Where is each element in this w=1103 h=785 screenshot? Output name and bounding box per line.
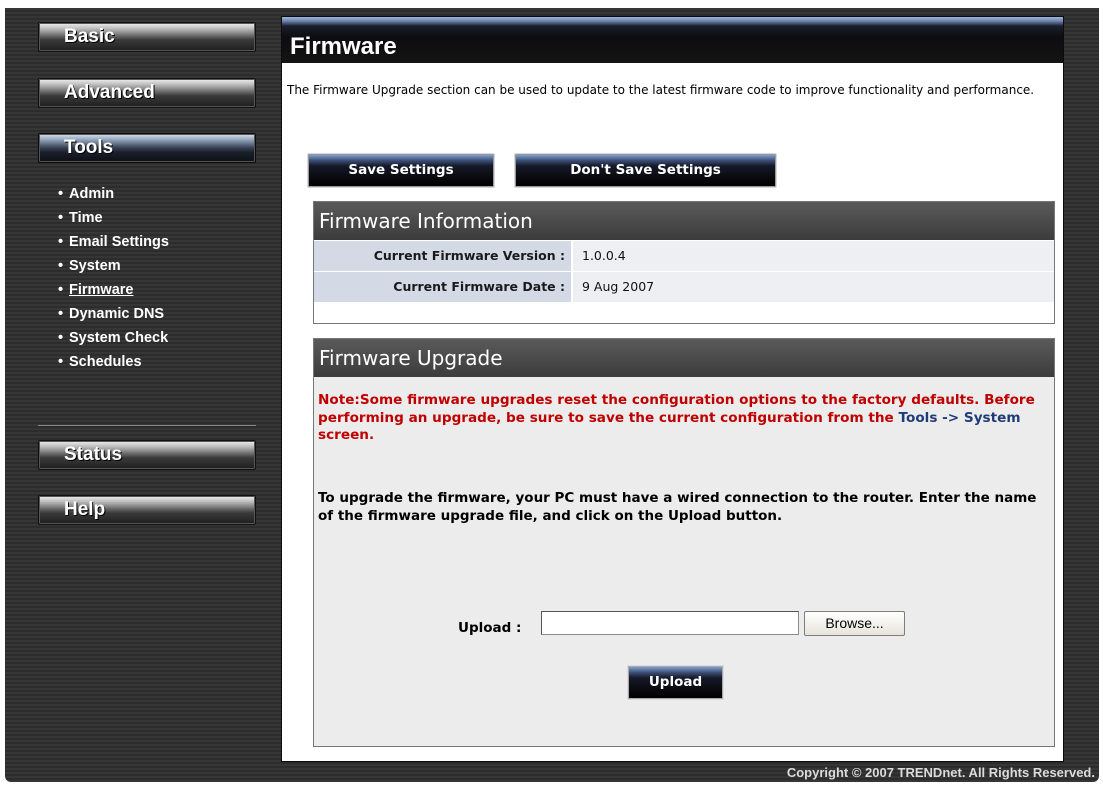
warning-note: Note:Some firmware upgrades reset the co… xyxy=(318,392,1048,445)
upgrade-instructions: To upgrade the firmware, your PC must ha… xyxy=(318,490,1037,524)
bullet-icon: • xyxy=(58,330,64,346)
version-label: Current Firmware Version : xyxy=(314,241,571,271)
nav-tools-button[interactable]: Tools xyxy=(38,133,256,163)
title-bar: Firmware xyxy=(282,17,1063,63)
upload-file-input[interactable] xyxy=(541,611,799,635)
nav-status-button[interactable]: Status xyxy=(38,440,256,470)
dont-save-settings-button[interactable]: Don't Save Settings xyxy=(515,154,776,187)
submenu-item-dynamic-dns[interactable]: • Dynamic DNS xyxy=(38,304,256,328)
firmware-information-section: Firmware Information Current Firmware Ve… xyxy=(313,201,1055,324)
submenu-item-admin[interactable]: • Admin xyxy=(38,184,256,208)
submenu-item-system[interactable]: • System xyxy=(38,256,256,280)
page-title: Firmware xyxy=(290,33,397,60)
section-heading: Firmware Upgrade xyxy=(314,339,1054,377)
nav-help-button[interactable]: Help xyxy=(38,495,256,525)
bullet-icon: • xyxy=(58,210,64,226)
bullet-icon: • xyxy=(58,306,64,322)
nav-basic-button[interactable]: Basic xyxy=(38,22,256,52)
section-heading: Firmware Information xyxy=(314,202,1054,240)
firmware-upgrade-section: Firmware Upgrade Note:Some firmware upgr… xyxy=(313,338,1055,747)
date-label: Current Firmware Date : xyxy=(314,272,571,302)
date-value: 9 Aug 2007 xyxy=(571,272,1054,302)
submenu-item-time[interactable]: • Time xyxy=(38,208,256,232)
upload-label: Upload : xyxy=(458,620,522,636)
main-panel: Firmware The Firmware Upgrade section ca… xyxy=(281,16,1064,762)
date-row: Current Firmware Date : 9 Aug 2007 xyxy=(314,271,1054,302)
submenu-item-firmware[interactable]: • Firmware xyxy=(38,280,256,304)
browse-button[interactable]: Browse... xyxy=(804,611,905,636)
tools-system-link[interactable]: Tools -> System xyxy=(899,410,1021,426)
nav-advanced-button[interactable]: Advanced xyxy=(38,78,256,108)
version-row: Current Firmware Version : 1.0.0.4 xyxy=(314,240,1054,271)
submenu-item-schedules[interactable]: • Schedules xyxy=(38,352,256,376)
upload-button[interactable]: Upload xyxy=(628,666,723,699)
copyright-text: Copyright © 2007 TRENDnet. All Rights Re… xyxy=(786,765,1095,780)
bullet-icon: • xyxy=(58,186,64,202)
version-value: 1.0.0.4 xyxy=(571,241,1054,271)
intro-text: The Firmware Upgrade section can be used… xyxy=(287,83,1035,97)
save-settings-button[interactable]: Save Settings xyxy=(308,154,494,187)
bullet-icon: • xyxy=(58,234,64,250)
submenu-item-system-check[interactable]: • System Check xyxy=(38,328,256,352)
bullet-icon: • xyxy=(58,354,64,370)
submenu-item-email-settings[interactable]: • Email Settings xyxy=(38,232,256,256)
tools-submenu: • Admin • Time • Email Settings • System • Fi… xyxy=(38,176,256,426)
note-text-end: screen. xyxy=(318,427,375,443)
bullet-icon: • xyxy=(58,258,64,274)
bullet-icon: • xyxy=(58,282,64,298)
